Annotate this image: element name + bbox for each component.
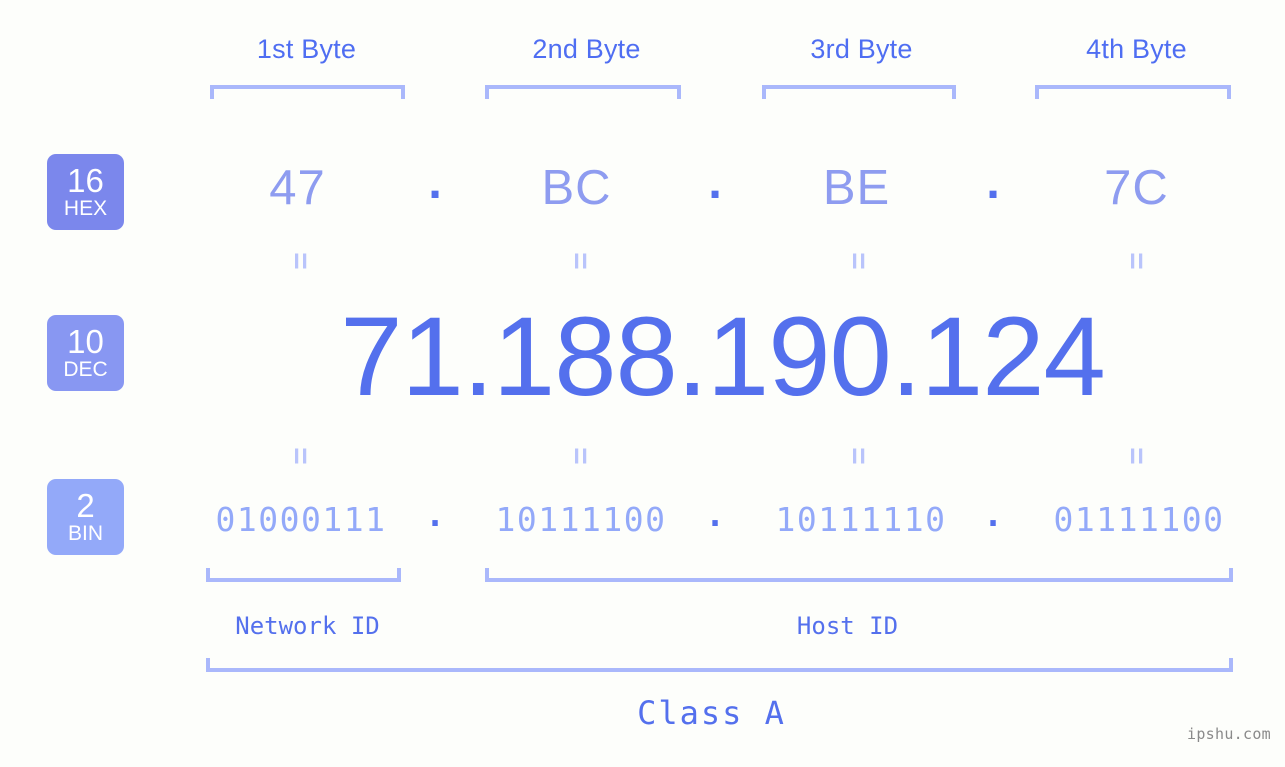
host-id-label: Host ID	[796, 612, 899, 640]
equals-icon-hex-dec-4: =	[1120, 252, 1153, 270]
equals-icon-dec-bin-1: =	[284, 447, 317, 465]
hex-octet-2: BC	[541, 161, 612, 215]
badge-hex: 16 HEX	[47, 154, 124, 230]
equals-icon-hex-dec-3: =	[842, 252, 875, 270]
badge-bin: 2 BIN	[47, 479, 124, 555]
dec-octet-3: 190	[706, 294, 892, 419]
network-id-bracket	[206, 568, 401, 582]
watermark: ipshu.com	[1187, 725, 1271, 743]
badge-dec-name: DEC	[63, 358, 108, 381]
network-id-label: Network ID	[235, 612, 380, 640]
badge-bin-name: BIN	[67, 522, 103, 545]
bin-octet-3: 10111110	[775, 500, 947, 539]
hex-separator-1: .	[428, 155, 442, 209]
byte-header-label-3: 3rd Byte	[810, 34, 913, 64]
class-bracket	[206, 658, 1233, 672]
hex-octet-1: 47	[269, 161, 326, 215]
badge-hex-number: 16	[67, 162, 104, 199]
bin-octet-1: 01000111	[215, 500, 387, 539]
bin-octet-4: 01111100	[1053, 500, 1225, 539]
byte-header-bracket-3	[762, 85, 956, 99]
dec-address-row: 71 . 188 . 190 . 124	[180, 296, 1265, 418]
bin-octet-2: 10111100	[495, 500, 667, 539]
dec-octet-4: 124	[920, 294, 1106, 419]
equals-icon-hex-dec-2: =	[564, 252, 597, 270]
class-label: Class A	[637, 694, 786, 732]
equals-icon-hex-dec-1: =	[284, 252, 317, 270]
dec-separator-2: .	[676, 294, 708, 419]
bin-separator-2: .	[705, 495, 725, 534]
bin-separator-3: .	[983, 495, 1003, 534]
hex-separator-2: .	[708, 155, 722, 209]
hex-octet-3: BE	[822, 161, 891, 215]
hex-octet-4: 7C	[1104, 161, 1169, 215]
dec-separator-1: .	[462, 294, 494, 419]
ip-address-breakdown-diagram: 1st Byte 2nd Byte 3rd Byte 4th Byte 16 H…	[0, 0, 1285, 767]
badge-hex-name: HEX	[63, 197, 108, 220]
hex-separator-3: .	[986, 155, 1000, 209]
dec-octet-2: 188	[492, 294, 678, 419]
byte-header-label-2: 2nd Byte	[532, 34, 641, 64]
equals-icon-dec-bin-4: =	[1120, 447, 1153, 465]
byte-header-bracket-4	[1035, 85, 1231, 99]
byte-header-label-1: 1st Byte	[256, 34, 357, 64]
host-id-bracket	[485, 568, 1233, 582]
badge-dec-number: 10	[67, 323, 104, 360]
badge-dec: 10 DEC	[47, 315, 124, 391]
byte-header-label-4: 4th Byte	[1086, 34, 1187, 64]
bin-separator-1: .	[425, 495, 445, 534]
badge-bin-number: 2	[76, 487, 95, 524]
dec-octet-1: 71	[340, 294, 464, 419]
equals-icon-dec-bin-3: =	[842, 447, 875, 465]
byte-header-bracket-1	[210, 85, 405, 99]
equals-icon-dec-bin-2: =	[564, 447, 597, 465]
byte-header-bracket-2	[485, 85, 681, 99]
dec-separator-3: .	[890, 294, 922, 419]
